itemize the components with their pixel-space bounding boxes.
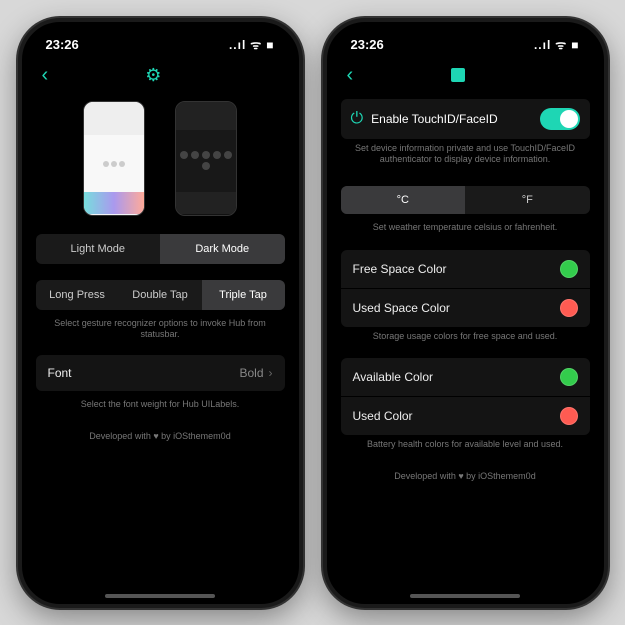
free-space-label: Free Space Color	[353, 262, 447, 276]
gesture-hint: Select gesture recognizer options to inv…	[36, 314, 285, 345]
power-icon: ⏻	[351, 110, 364, 128]
wifi-icon: ᯤ	[555, 36, 567, 53]
color-swatch-red	[560, 407, 578, 425]
used-color-row[interactable]: Used Color	[341, 397, 590, 435]
signal-icon: ..ıl	[229, 38, 246, 52]
footer-credit: Developed with ♥ by iOSthemem0d	[36, 431, 285, 441]
temp-segment[interactable]: °C °F	[341, 186, 590, 214]
color-swatch-green	[560, 260, 578, 278]
preview-dark-mode[interactable]	[175, 101, 237, 216]
signal-icon: ..ıl	[534, 38, 551, 52]
font-label: Font	[48, 366, 72, 380]
app-icon	[451, 68, 465, 82]
enable-label: Enable TouchID/FaceID	[371, 112, 498, 126]
gear-icon[interactable]: ⚙	[145, 65, 161, 86]
nav-bar: ‹	[337, 56, 594, 95]
used-space-color-row[interactable]: Used Space Color	[341, 289, 590, 327]
color-swatch-red	[560, 299, 578, 317]
notch	[100, 22, 220, 44]
theme-segment[interactable]: Light Mode Dark Mode	[36, 234, 285, 264]
chevron-right-icon: ›	[269, 366, 273, 380]
seg-long-press[interactable]: Long Press	[36, 280, 119, 310]
home-indicator[interactable]	[410, 594, 520, 598]
used-label: Used Color	[353, 409, 413, 423]
seg-light-mode[interactable]: Light Mode	[36, 234, 161, 264]
seg-celsius[interactable]: °C	[341, 186, 466, 214]
status-time: 23:26	[351, 37, 384, 52]
battery-hint: Battery health colors for available leve…	[341, 435, 590, 455]
notch	[405, 22, 525, 44]
seg-double-tap[interactable]: Double Tap	[119, 280, 202, 310]
used-space-label: Used Space Color	[353, 301, 450, 315]
enable-toggle[interactable]	[540, 108, 580, 130]
phone-left: 23:26 ..ıl ᯤ ■ ‹ ⚙ Light Mode Dark Mode …	[18, 18, 303, 608]
storage-hint: Storage usage colors for free space and …	[341, 327, 590, 347]
temp-hint: Set weather temperature celsius or fahre…	[341, 218, 590, 238]
available-color-row[interactable]: Available Color	[341, 358, 590, 397]
back-button[interactable]: ‹	[42, 64, 49, 87]
nav-bar: ‹ ⚙	[32, 56, 289, 95]
seg-triple-tap[interactable]: Triple Tap	[202, 280, 285, 310]
status-time: 23:26	[46, 37, 79, 52]
battery-colors: Available Color Used Color	[341, 358, 590, 435]
seg-dark-mode[interactable]: Dark Mode	[160, 234, 285, 264]
enable-hint: Set device information private and use T…	[341, 139, 590, 170]
footer-credit: Developed with ♥ by iOSthemem0d	[341, 471, 590, 481]
available-label: Available Color	[353, 370, 434, 384]
color-swatch-green	[560, 368, 578, 386]
phone-right: 23:26 ..ıl ᯤ ■ ‹ ⏻ Enable TouchID/FaceID…	[323, 18, 608, 608]
enable-touchid-row: ⏻ Enable TouchID/FaceID	[341, 99, 590, 139]
storage-colors: Free Space Color Used Space Color	[341, 250, 590, 327]
free-space-color-row[interactable]: Free Space Color	[341, 250, 590, 289]
home-indicator[interactable]	[105, 594, 215, 598]
gesture-segment[interactable]: Long Press Double Tap Triple Tap	[36, 280, 285, 310]
font-hint: Select the font weight for Hub UILabels.	[36, 395, 285, 415]
back-button[interactable]: ‹	[347, 64, 354, 87]
battery-icon: ■	[571, 38, 579, 52]
preview-light-mode[interactable]	[83, 101, 145, 216]
theme-previews	[36, 95, 285, 226]
seg-fahrenheit[interactable]: °F	[465, 186, 590, 214]
font-row[interactable]: Font Bold ›	[36, 355, 285, 391]
font-value: Bold	[239, 366, 263, 380]
battery-icon: ■	[266, 38, 274, 52]
wifi-icon: ᯤ	[250, 36, 262, 53]
